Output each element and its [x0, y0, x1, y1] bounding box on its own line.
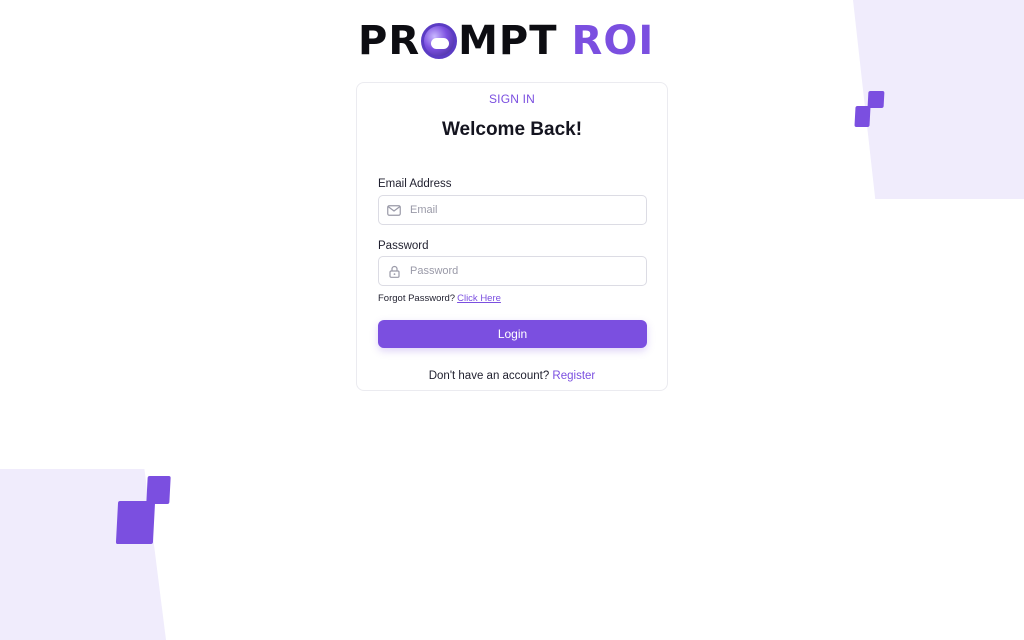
decorative-square — [854, 106, 871, 127]
email-label: Email Address — [378, 178, 452, 190]
decorative-square — [867, 91, 885, 108]
decorative-panel-bottom-left — [0, 469, 166, 640]
logo-cloud-icon — [421, 23, 458, 59]
forgot-password-row: Forgot Password? Click Here — [378, 293, 501, 304]
brand-logo: PR MPT ROI — [358, 18, 668, 64]
sign-in-card: SIGN IN Welcome Back! Email Address Pass… — [356, 82, 668, 391]
forgot-password-link[interactable]: Click Here — [457, 293, 501, 304]
register-link[interactable]: Register — [552, 370, 595, 382]
logo-text-mpt: MPT — [458, 18, 558, 64]
forgot-password-text: Forgot Password? — [378, 293, 456, 304]
logo-text-pr: PR — [358, 18, 421, 64]
mail-icon — [387, 203, 401, 217]
password-input[interactable] — [410, 265, 646, 277]
login-button[interactable]: Login — [378, 320, 647, 348]
lock-icon — [387, 264, 401, 278]
decorative-square — [146, 476, 171, 504]
register-row: Don't have an account? Register — [357, 370, 667, 382]
email-field[interactable] — [378, 195, 647, 225]
decorative-square — [115, 501, 156, 544]
email-input[interactable] — [410, 204, 646, 216]
register-prompt: Don't have an account? — [428, 370, 550, 382]
sign-in-eyebrow: SIGN IN — [488, 92, 536, 106]
logo-text-roi: ROI — [571, 18, 655, 64]
password-field[interactable] — [378, 256, 647, 286]
page-title: Welcome Back! — [441, 119, 583, 140]
password-label: Password — [378, 240, 429, 252]
